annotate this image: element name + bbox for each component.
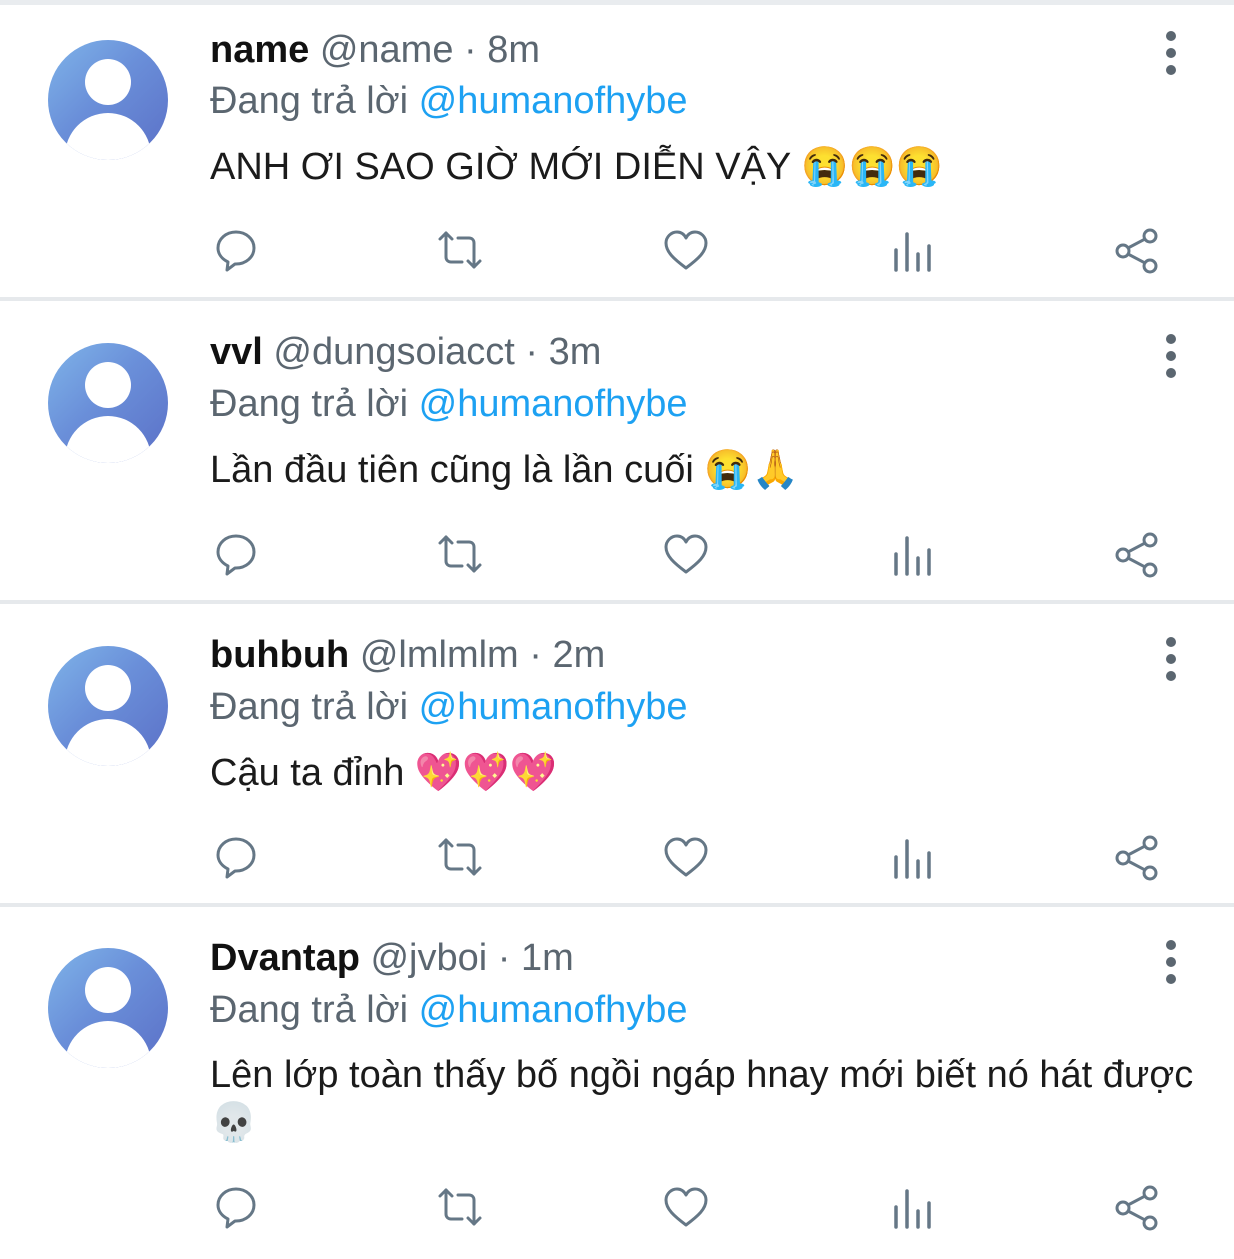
- like-icon[interactable]: [662, 833, 710, 881]
- tweet-4[interactable]: Dvantap @jvboi · 1m Đang trả lời @humano…: [0, 907, 1234, 1259]
- replying-to: Đang trả lời @humanofhybe: [210, 379, 688, 429]
- timestamp: 2m: [552, 634, 606, 676]
- tweet-3[interactable]: buhbuh @lmlmlm · 2m Đang trả lời @humano…: [0, 604, 1234, 903]
- action-bar: [0, 833, 1234, 883]
- replying-to-label: Đang trả lời: [210, 989, 409, 1031]
- action-bar: [0, 530, 1234, 580]
- action-bar: [0, 1183, 1234, 1233]
- like-icon[interactable]: [662, 226, 710, 274]
- separator-dot: ·: [525, 331, 538, 373]
- share-icon[interactable]: [1113, 833, 1161, 881]
- reply-icon[interactable]: [212, 833, 260, 881]
- tweet-text: Cậu ta đỉnh 💖💖💖: [210, 752, 557, 794]
- views-icon[interactable]: [888, 1183, 936, 1231]
- replying-to-label: Đang trả lời: [210, 686, 409, 728]
- user-handle[interactable]: @jvboi: [370, 937, 487, 979]
- retweet-icon[interactable]: [436, 530, 484, 578]
- views-icon[interactable]: [888, 833, 936, 881]
- like-icon[interactable]: [662, 530, 710, 578]
- tweet-header: vvl @dungsoiacct · 3m: [210, 327, 601, 377]
- separator-dot: ·: [497, 937, 511, 979]
- share-icon[interactable]: [1113, 1183, 1161, 1231]
- separator-dot: ·: [464, 29, 477, 71]
- replying-to: Đang trả lời @humanofhybe: [210, 682, 688, 732]
- timestamp: 3m: [548, 331, 602, 373]
- avatar[interactable]: [48, 646, 168, 766]
- action-bar: [0, 226, 1234, 276]
- more-options-icon[interactable]: [1150, 938, 1192, 986]
- share-icon[interactable]: [1113, 530, 1161, 578]
- reply-icon[interactable]: [212, 530, 260, 578]
- mention-link[interactable]: @humanofhybe: [419, 989, 688, 1031]
- tweet-text: Lên lớp toàn thấy bố ngồi ngáp hnay mới …: [210, 1054, 1194, 1144]
- tweet-header: name @name · 8m: [210, 25, 540, 75]
- display-name[interactable]: buhbuh: [210, 634, 349, 676]
- tweet-header: buhbuh @lmlmlm · 2m: [210, 630, 605, 680]
- retweet-icon[interactable]: [436, 1183, 484, 1231]
- tweet-text: Lần đầu tiên cũng là lần cuối 😭🙏: [210, 449, 799, 491]
- timestamp: 1m: [521, 937, 574, 979]
- more-options-icon[interactable]: [1150, 332, 1192, 380]
- more-options-icon[interactable]: [1150, 635, 1192, 683]
- mention-link[interactable]: @humanofhybe: [419, 383, 688, 425]
- replying-to-label: Đang trả lời: [210, 383, 409, 425]
- views-icon[interactable]: [888, 226, 936, 274]
- replying-to: Đang trả lời @humanofhybe: [210, 985, 688, 1035]
- replying-to-label: Đang trả lời: [210, 80, 409, 122]
- display-name[interactable]: Dvantap: [210, 937, 360, 979]
- tweet-text: ANH ƠI SAO GIỜ MỚI DIỄN VẬY 😭😭😭: [210, 146, 944, 188]
- tweet-2[interactable]: vvl @dungsoiacct · 3m Đang trả lời @huma…: [0, 301, 1234, 600]
- mention-link[interactable]: @humanofhybe: [419, 686, 688, 728]
- mention-link[interactable]: @humanofhybe: [419, 80, 688, 122]
- share-icon[interactable]: [1113, 226, 1161, 274]
- tweet-1[interactable]: name @name · 8m Đang trả lời @humanofhyb…: [0, 5, 1234, 297]
- user-handle[interactable]: @lmlmlm: [360, 634, 519, 676]
- avatar[interactable]: [48, 948, 168, 1068]
- avatar[interactable]: [48, 343, 168, 463]
- retweet-icon[interactable]: [436, 226, 484, 274]
- avatar[interactable]: [48, 40, 168, 160]
- user-handle[interactable]: @name: [320, 29, 454, 71]
- display-name[interactable]: vvl: [210, 331, 263, 373]
- reply-icon[interactable]: [212, 1183, 260, 1231]
- timestamp: 8m: [487, 29, 541, 71]
- user-handle[interactable]: @dungsoiacct: [273, 331, 514, 373]
- views-icon[interactable]: [888, 530, 936, 578]
- display-name[interactable]: name: [210, 29, 309, 71]
- separator-dot: ·: [529, 634, 542, 676]
- retweet-icon[interactable]: [436, 833, 484, 881]
- like-icon[interactable]: [662, 1183, 710, 1231]
- replying-to: Đang trả lời @humanofhybe: [210, 76, 688, 126]
- more-options-icon[interactable]: [1150, 29, 1192, 77]
- tweet-header: Dvantap @jvboi · 1m: [210, 933, 574, 983]
- reply-icon[interactable]: [212, 226, 260, 274]
